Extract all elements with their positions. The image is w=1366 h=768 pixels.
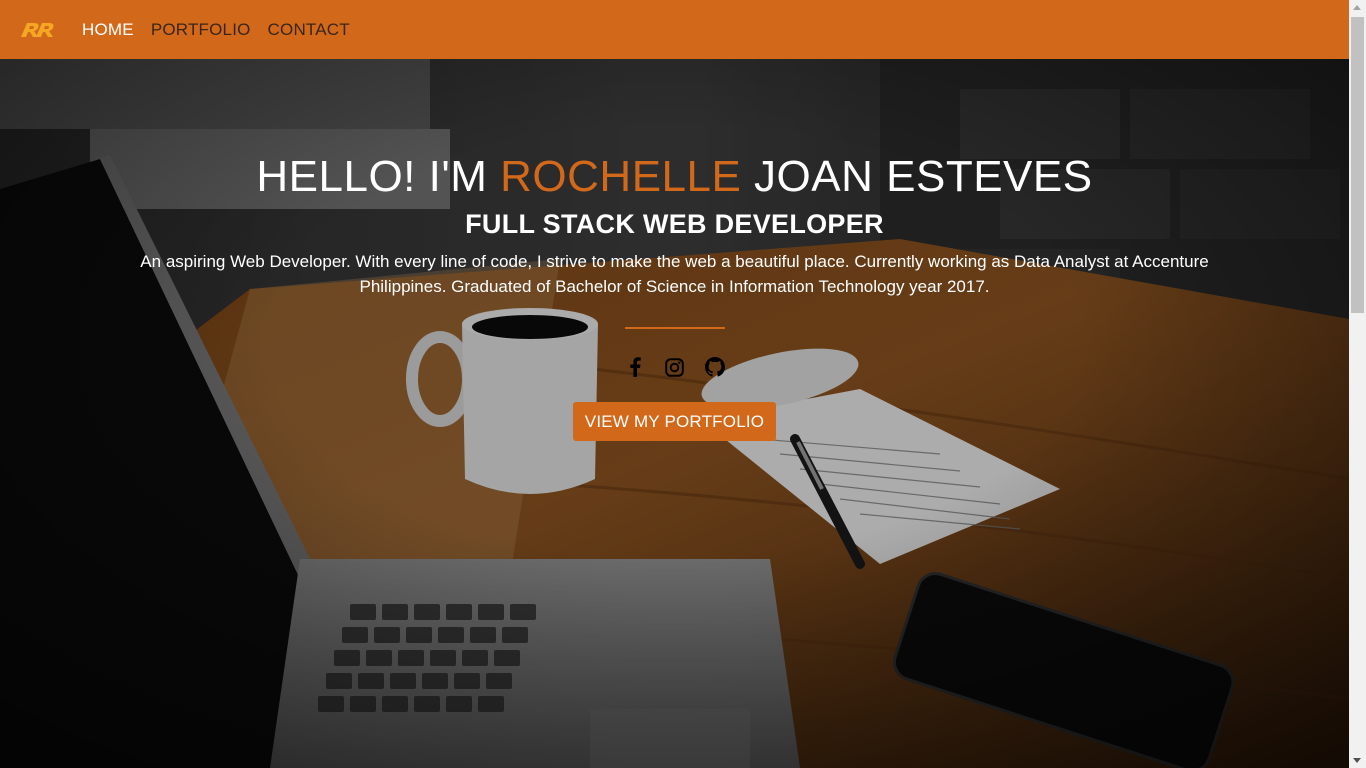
nav-link-contact[interactable]: CONTACT bbox=[268, 0, 350, 59]
hero-title-prefix: HELLO! I'M bbox=[256, 152, 501, 201]
hero-title-accent: ROCHELLE bbox=[500, 152, 742, 201]
instagram-icon[interactable] bbox=[664, 356, 686, 378]
hero-title: HELLO! I'M ROCHELLE JOAN ESTEVES bbox=[0, 152, 1349, 202]
nav-link-portfolio[interactable]: PORTFOLIO bbox=[151, 0, 251, 59]
social-links bbox=[0, 356, 1349, 378]
navbar: HOME PORTFOLIO CONTACT bbox=[0, 0, 1349, 59]
scroll-up-icon[interactable] bbox=[1353, 5, 1361, 10]
logo-icon[interactable] bbox=[18, 17, 58, 41]
hero-divider bbox=[625, 327, 725, 329]
view-portfolio-button[interactable]: VIEW MY PORTFOLIO bbox=[573, 402, 776, 441]
hero-description: An aspiring Web Developer. With every li… bbox=[140, 252, 1209, 296]
facebook-icon[interactable] bbox=[624, 356, 646, 378]
hero-title-suffix: JOAN ESTEVES bbox=[741, 152, 1093, 201]
scroll-down-icon[interactable] bbox=[1353, 758, 1361, 763]
nav-links: HOME PORTFOLIO CONTACT bbox=[82, 0, 367, 59]
nav-link-home[interactable]: HOME bbox=[82, 0, 134, 59]
hero-subtitle: FULL STACK WEB DEVELOPER bbox=[465, 209, 884, 239]
scrollbar[interactable] bbox=[1349, 0, 1366, 768]
scroll-thumb[interactable] bbox=[1351, 17, 1364, 313]
github-icon[interactable] bbox=[704, 356, 726, 378]
